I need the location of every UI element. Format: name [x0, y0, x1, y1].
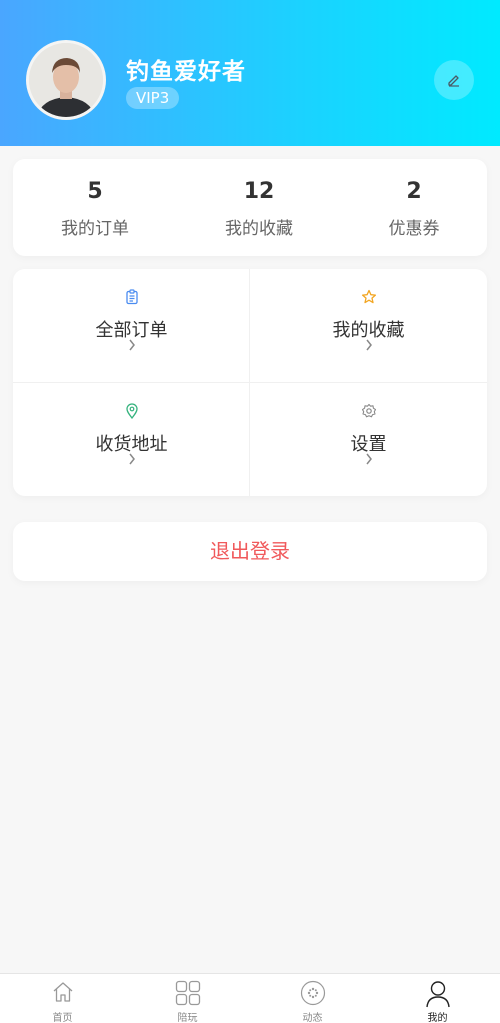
stat-label: 我的订单	[61, 219, 129, 239]
stat-label: 优惠券	[388, 219, 440, 239]
stat-favorites[interactable]: 12 我的收藏	[189, 159, 329, 256]
home-icon	[53, 982, 72, 1002]
chevron-right-icon	[128, 339, 135, 351]
edit-profile-button[interactable]	[434, 60, 474, 100]
tab-companion[interactable]: 陪玩	[125, 974, 250, 1023]
chevron-right-icon	[365, 339, 372, 351]
stat-label: 我的收藏	[225, 219, 293, 239]
menu-grid: 全部订单 我的收藏 收货地址 设置	[13, 269, 487, 496]
tab-mine[interactable]: 我的	[375, 974, 500, 1023]
stat-value: 2	[406, 179, 422, 204]
tab-label: 首页	[52, 1013, 73, 1023]
tab-label: 我的	[427, 1013, 448, 1023]
vip-badge: VIP3	[126, 87, 180, 109]
chevron-right-icon	[128, 453, 135, 465]
tab-feed[interactable]: 动态	[250, 974, 375, 1023]
stat-orders[interactable]: 5 我的订单	[25, 159, 165, 256]
menu-item-all-orders[interactable]: 全部订单	[13, 269, 250, 382]
chevron-right-icon	[365, 453, 372, 465]
tab-label: 动态	[302, 1013, 323, 1023]
pencil-icon	[448, 75, 459, 87]
tab-label: 陪玩	[177, 1013, 198, 1023]
logout-button[interactable]: 退出登录	[13, 522, 487, 581]
stat-value: 5	[87, 179, 103, 204]
star-icon	[361, 289, 376, 304]
grid-icon	[175, 980, 200, 1006]
menu-item-settings[interactable]: 设置	[250, 383, 487, 496]
avatar[interactable]	[26, 40, 106, 120]
profile-header: 钓鱼爱好者 VIP3	[0, 0, 500, 146]
location-pin-icon	[125, 403, 138, 419]
stat-coupons[interactable]: 2 优惠券	[344, 159, 484, 256]
bottom-tab-bar: 首页 陪玩 动态 我的	[0, 973, 500, 1023]
username: 钓鱼爱好者	[126, 59, 246, 85]
circle-dots-icon	[300, 980, 325, 1006]
stats-card: 5 我的订单 12 我的收藏 2 优惠券	[13, 159, 487, 256]
stat-value: 12	[243, 179, 275, 204]
menu-item-address[interactable]: 收货地址	[13, 383, 250, 496]
clipboard-icon	[125, 289, 138, 305]
user-icon	[425, 981, 450, 1008]
menu-item-favorites[interactable]: 我的收藏	[250, 269, 487, 382]
gear-icon	[361, 403, 376, 418]
tab-home[interactable]: 首页	[0, 974, 125, 1023]
